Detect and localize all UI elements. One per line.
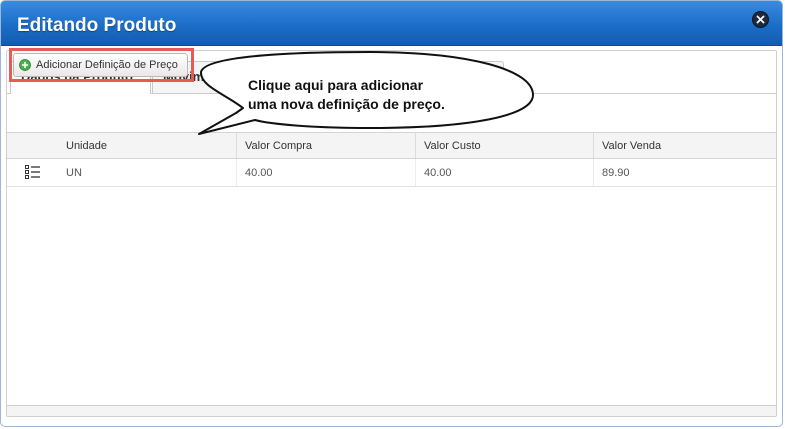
grid-header: Unidade Valor Compra Valor Custo Valor V… bbox=[7, 133, 776, 159]
list-icon[interactable] bbox=[25, 165, 40, 179]
cell-valor-compra: 40.00 bbox=[236, 159, 415, 186]
cell-unidade: UN bbox=[66, 167, 82, 179]
add-circle-icon bbox=[19, 59, 31, 71]
tooltip-line-1: Clique aqui para adicionar bbox=[248, 77, 424, 93]
dialog-title: Editando Produto bbox=[17, 15, 177, 36]
column-header-valor-compra[interactable]: Valor Compra bbox=[236, 133, 415, 158]
column-header-valor-venda[interactable]: Valor Venda bbox=[593, 133, 776, 158]
column-header-unidade[interactable]: Unidade bbox=[58, 133, 236, 158]
tooltip-text: Clique aqui para adicionar uma nova defi… bbox=[248, 76, 445, 114]
close-x-glyph bbox=[756, 15, 765, 24]
add-price-definition-button[interactable]: Adicionar Definição de Preço bbox=[13, 53, 188, 77]
add-price-definition-label: Adicionar Definição de Preço bbox=[36, 59, 178, 71]
tooltip-line-2: uma nova definição de preço. bbox=[248, 96, 445, 112]
cell-valor-venda: 89.90 bbox=[593, 159, 776, 186]
column-header-valor-custo[interactable]: Valor Custo bbox=[415, 133, 593, 158]
table-row[interactable]: UN 40.00 40.00 89.90 bbox=[7, 159, 776, 187]
grid-footer bbox=[7, 405, 776, 416]
dialog-titlebar: Editando Produto bbox=[1, 1, 782, 46]
close-icon[interactable] bbox=[752, 11, 769, 28]
cell-valor-custo: 40.00 bbox=[415, 159, 593, 186]
